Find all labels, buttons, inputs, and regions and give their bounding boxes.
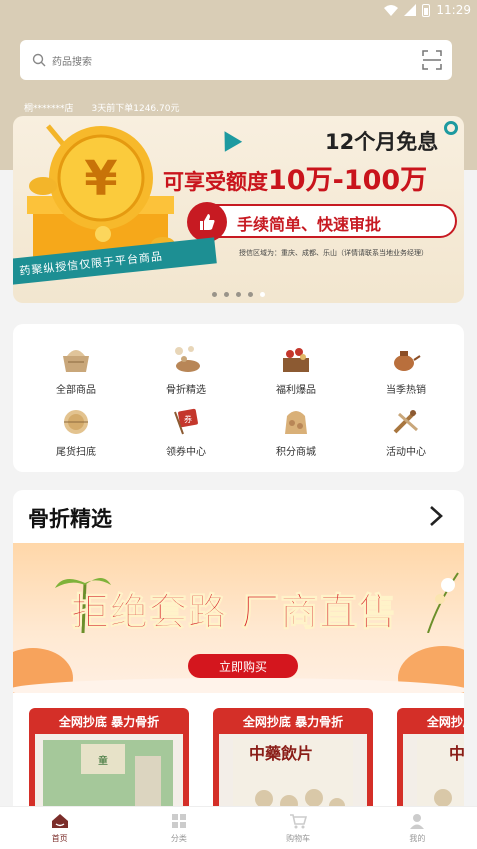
ticker-store: 桐*******店 — [24, 104, 74, 114]
buy-now-button[interactable]: 立即购买 — [188, 654, 298, 678]
category-label: 当季热销 — [386, 385, 426, 396]
decor-ring — [444, 121, 458, 135]
banner-area-note: 授信区域为：重庆、成都、乐山（详情请联系当地业务经理） — [239, 249, 428, 257]
nav-cart[interactable]: 购物车 — [239, 807, 358, 849]
bottom-nav: 首页 分类 购物车 我的 — [0, 806, 477, 849]
nav-label: 分类 — [170, 834, 187, 843]
promo-slogan: 拒绝套路 厂商直售 — [70, 590, 398, 635]
banner-pill: 手续简单、快速审批 — [187, 202, 457, 242]
product-tag: 全网抄底 暴力骨折 — [58, 714, 160, 729]
banner-headline-prefix: 可享受额度 — [163, 170, 268, 194]
category-label: 尾货扫底 — [56, 447, 96, 458]
nav-category[interactable]: 分类 — [119, 807, 238, 849]
thumbs-up-icon — [187, 202, 227, 242]
signal-icon — [404, 4, 417, 16]
product-tag: 全网抄底 暴力骨折 — [426, 714, 464, 729]
banner-title: 12个月免息 — [325, 130, 439, 154]
category-welfare-hot[interactable]: 福利爆品 — [241, 342, 351, 402]
category-label: 领券中心 — [166, 447, 206, 458]
fracture-select-icon — [175, 346, 200, 372]
search-bar[interactable]: 药品搜索 — [20, 40, 452, 80]
home-icon — [51, 814, 68, 828]
seasonal-hot-icon — [394, 351, 421, 371]
scan-icon[interactable] — [422, 50, 442, 70]
category-points-mall[interactable]: 积分商城 — [241, 404, 351, 464]
category-fracture-select[interactable]: 骨折精选 — [131, 342, 241, 402]
category-clearance[interactable]: 尾货扫底 — [21, 404, 131, 464]
search-placeholder: 药品搜索 — [52, 56, 92, 68]
all-products-icon — [63, 350, 89, 372]
product-pack-label: 中 — [449, 744, 464, 763]
svg-text:券: 券 — [184, 414, 192, 424]
banner-pagination — [13, 292, 464, 297]
product-card[interactable]: 全网抄底 暴力骨折 中藥飲片 — [213, 708, 373, 810]
category-label: 全部商品 — [56, 385, 96, 396]
pagination-dot-active[interactable] — [260, 292, 265, 297]
pagination-dot[interactable] — [248, 292, 253, 297]
nav-profile[interactable]: 我的 — [358, 807, 477, 849]
welfare-hot-icon — [283, 348, 309, 372]
product-image: 童 — [35, 734, 183, 810]
product-carousel: 全网抄底 暴力骨折 童 全网抄底 暴力骨折 中藥飲片 全网抄底 暴力骨折 中 — [13, 708, 464, 810]
order-ticker: 桐*******店 3天前下单1246.70元 — [24, 101, 179, 114]
activity-center-icon — [393, 410, 418, 434]
svg-text:童: 童 — [98, 754, 108, 767]
nav-label: 我的 — [409, 834, 426, 843]
battery-icon — [422, 3, 431, 17]
category-coupon-center[interactable]: 券 领券中心 — [131, 404, 241, 464]
category-icon — [171, 814, 186, 828]
product-card[interactable]: 全网抄底 暴力骨折 童 — [29, 708, 189, 810]
product-card[interactable]: 全网抄底 暴力骨折 中 — [397, 708, 464, 810]
search-icon — [32, 53, 46, 67]
product-pack-label: 中藥飲片 — [249, 744, 314, 763]
product-image: 中藥飲片 — [219, 734, 367, 810]
nav-home[interactable]: 首页 — [0, 807, 119, 849]
cart-icon — [290, 814, 308, 829]
section-title: 骨折精选 — [28, 507, 112, 531]
category-label: 骨折精选 — [166, 385, 206, 396]
featured-section: 骨折精选 拒绝套路 厂商直售 立即购买 全网抄底 暴力骨折 童 全网抄底 暴力骨… — [13, 490, 464, 810]
banner-pill-text: 手续简单、快速审批 — [237, 215, 382, 234]
product-tag: 全网抄底 暴力骨折 — [242, 714, 344, 729]
status-time: 11:29 — [436, 3, 471, 17]
svg-text:¥: ¥ — [84, 151, 117, 207]
chevron-right-icon[interactable] — [428, 505, 444, 527]
nav-label: 首页 — [51, 834, 68, 843]
clearance-icon — [64, 410, 88, 434]
category-grid: 全部商品 骨折精选 福利爆品 当季热销 尾货扫底 券 领券中心 积分商城 活动中… — [13, 324, 464, 472]
nav-label: 购物车 — [286, 834, 311, 843]
wifi-icon — [384, 5, 399, 16]
points-mall-icon — [285, 411, 307, 434]
ticker-message: 3天前下单1246.70元 — [91, 104, 180, 114]
coupon-center-icon: 券 — [174, 408, 198, 435]
banner-headline: 可享受额度10万-100万 — [163, 158, 427, 197]
product-image: 中 — [403, 734, 464, 810]
category-label: 积分商城 — [276, 447, 316, 458]
pagination-dot[interactable] — [236, 292, 241, 297]
category-all-products[interactable]: 全部商品 — [21, 342, 131, 402]
category-seasonal-hot[interactable]: 当季热销 — [351, 342, 461, 402]
banner-headline-amount: 10万-100万 — [268, 165, 428, 196]
profile-icon — [410, 814, 425, 829]
pagination-dot[interactable] — [224, 292, 229, 297]
category-label: 福利爆品 — [276, 385, 316, 396]
flower-decoration — [427, 572, 459, 633]
status-bar: 11:29 — [0, 0, 477, 22]
category-label: 活动中心 — [386, 447, 426, 458]
promo-card[interactable]: 拒绝套路 厂商直售 立即购买 — [13, 543, 464, 693]
pagination-dot[interactable] — [212, 292, 217, 297]
category-activity-center[interactable]: 活动中心 — [351, 404, 461, 464]
promo-banner[interactable]: ¥ 12个月免息 可享受额度10万-100万 手续简单、快速审批 授信区域为：重… — [13, 116, 464, 303]
